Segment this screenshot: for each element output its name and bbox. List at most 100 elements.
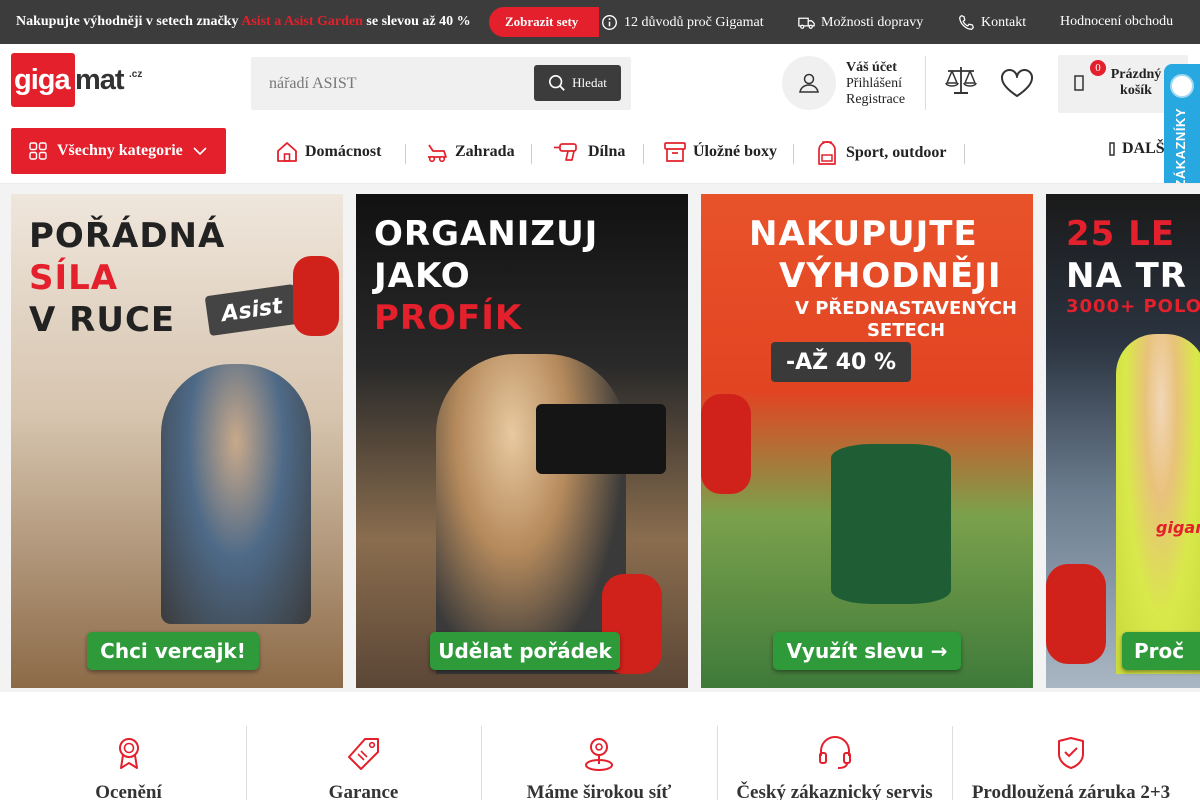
- nav-item-sport-outdoor[interactable]: Sport, outdoor: [814, 140, 946, 166]
- banner-organize[interactable]: ORGANIZUJ JAKO PROFÍK Udělat pořádek: [356, 194, 688, 688]
- nav-divider: [405, 144, 406, 164]
- price-tag-icon: [347, 738, 379, 770]
- benefit-label: Český zákaznický servis: [736, 782, 933, 800]
- benefit-network[interactable]: Máme širokou síť: [481, 726, 717, 800]
- wishlist-heart-icon[interactable]: [1000, 69, 1034, 99]
- banner-headline-line1: 25 LE: [1066, 214, 1176, 254]
- banner-worker-figure: [161, 364, 311, 624]
- account-avatar[interactable]: [782, 56, 836, 110]
- chevron-down-icon: [193, 147, 207, 156]
- top-link-label: Možnosti dopravy: [821, 14, 924, 30]
- account-title[interactable]: Váš účet: [846, 60, 905, 76]
- benefit-label: Garance: [328, 782, 399, 800]
- box-icon: [664, 142, 686, 162]
- award-icon: [118, 738, 139, 769]
- cart-label: Prázdný košík: [1108, 67, 1164, 99]
- nav-item-workshop[interactable]: Dílna: [554, 140, 625, 164]
- login-link[interactable]: Přihlášení: [846, 76, 905, 92]
- nav-more-button[interactable]: DALŠ: [1108, 140, 1165, 158]
- nav-divider: [643, 144, 644, 164]
- benefit-guarantee[interactable]: Garance: [246, 726, 481, 800]
- backpack-icon: [818, 141, 836, 165]
- more-menu-icon: [1109, 142, 1115, 156]
- top-bar: Nakupujte výhodněji v setech značky Asis…: [0, 0, 1200, 44]
- register-link[interactable]: Registrace: [846, 92, 905, 108]
- banner-headline-line1: NAKUPUJTE: [749, 214, 978, 254]
- cta-button-make-order[interactable]: Udělat pořádek: [430, 632, 620, 670]
- nav-item-label: Sport, outdoor: [846, 144, 947, 161]
- banner-power-tools[interactable]: POŘÁDNÁ SÍLA V RUCE Asist Chci vercajk!: [11, 194, 343, 688]
- cart-label-line2: košík: [1120, 83, 1152, 98]
- cart-label-line1: Prázdný: [1110, 67, 1162, 82]
- top-link-contact[interactable]: Kontakt: [958, 14, 1026, 31]
- robot-mascot: [1046, 564, 1106, 664]
- gigamat-logo[interactable]: giga mat .cz: [11, 53, 146, 109]
- banner-employee-figure: [1116, 334, 1200, 674]
- top-link-label: 12 důvodů proč Gigamat: [624, 14, 764, 30]
- top-link-reasons[interactable]: 12 důvodů proč Gigamat: [601, 14, 764, 31]
- asist-brand-badge: Asist: [204, 283, 300, 337]
- benefit-awards[interactable]: Ocenění: [11, 726, 246, 800]
- nav-divider: [964, 144, 965, 164]
- drill-icon: [554, 143, 577, 161]
- search-button[interactable]: Hledat: [534, 65, 621, 101]
- gigamat-vest-logo: gigan: [1156, 518, 1200, 537]
- logo-red-part: giga: [14, 64, 71, 96]
- logo-tld: .cz: [129, 69, 143, 80]
- top-link-shop-rating[interactable]: Hodnocení obchodu: [1060, 14, 1173, 30]
- all-categories-button[interactable]: Všechny kategorie: [11, 128, 226, 174]
- discount-badge: -AŽ 40 %: [771, 342, 911, 382]
- lawnmower-icon: [428, 144, 447, 163]
- banner-headline-line2: SÍLA: [29, 258, 119, 298]
- nav-item-household[interactable]: Domácnost: [275, 140, 381, 164]
- cta-button-why[interactable]: Proč: [1122, 632, 1200, 670]
- top-link-label: Kontakt: [981, 14, 1027, 30]
- banner-sets-discount[interactable]: NAKUPUJTE VÝHODNĚJI V PŘEDNASTAVENÝCH SE…: [701, 194, 1033, 688]
- cta-button-use-discount[interactable]: Využít slevu →: [773, 632, 961, 670]
- nav-item-garden[interactable]: Zahrada: [425, 140, 515, 164]
- cta-button-want-tools[interactable]: Chci vercajk!: [87, 632, 259, 670]
- robot-mascot: [701, 394, 751, 494]
- nav-divider: [531, 144, 532, 164]
- account-menu: Váš účet Přihlášení Registrace: [846, 60, 905, 108]
- logo-dark-part: mat: [75, 64, 125, 96]
- search-input[interactable]: [251, 57, 531, 110]
- top-link-shipping[interactable]: Možnosti dopravy: [798, 14, 923, 31]
- verified-seal-icon: [1170, 74, 1194, 98]
- benefit-customer-service[interactable]: Český zákaznický servis: [717, 726, 952, 800]
- banner-headline-line2: VÝHODNĚJI: [779, 256, 1002, 296]
- nav-divider: [793, 144, 794, 164]
- banner-headline-line1: POŘÁDNÁ: [29, 216, 226, 256]
- cart-count-badge: 0: [1090, 60, 1106, 76]
- rain-barrel-image: [831, 444, 951, 604]
- banner-headline-line2: NA TR: [1066, 256, 1187, 296]
- banner-headline-line2: JAKO: [374, 256, 471, 296]
- robot-mascot: [293, 256, 339, 336]
- grid-icon: [29, 142, 47, 160]
- banner-subheadline-line2: SETECH: [866, 320, 946, 341]
- benefit-extended-warranty[interactable]: Prodloužená záruka 2+3: [952, 726, 1190, 800]
- nav-more-label: DALŠ: [1122, 140, 1165, 157]
- banner-woman-figure: [436, 354, 626, 674]
- promo-highlight[interactable]: Asist a Asist Garden: [241, 14, 363, 29]
- house-icon: [277, 142, 297, 162]
- show-sets-button[interactable]: Zobrazit sety: [489, 7, 599, 37]
- banner-subheadline: 3000+ POLO: [1066, 296, 1200, 317]
- info-icon: [602, 15, 617, 30]
- storage-box-image: [536, 404, 666, 474]
- banner-headline-line3: V RUCE: [29, 300, 176, 340]
- nav-item-label: Domácnost: [305, 143, 382, 160]
- phone-icon: [959, 15, 974, 30]
- shield-check-icon: [1058, 737, 1084, 769]
- all-categories-label: Všechny kategorie: [57, 142, 183, 159]
- nav-item-label: Zahrada: [455, 143, 515, 160]
- nav-item-label: Úložné boxy: [693, 143, 777, 160]
- top-link-label: Hodnocení obchodu: [1060, 14, 1174, 29]
- banner-25-years[interactable]: 25 LE NA TR 3000+ POLO gigan Proč: [1046, 194, 1200, 688]
- benefit-label: Prodloužená záruka 2+3: [971, 782, 1171, 800]
- promo-prefix: Nakupujte výhodněji v setech značky: [16, 14, 242, 29]
- bag-icon: [1074, 75, 1084, 91]
- nav-item-storage-boxes[interactable]: Úložné boxy: [663, 140, 777, 164]
- banner-headline-line3: PROFÍK: [374, 298, 523, 338]
- compare-scales-icon[interactable]: [944, 65, 978, 97]
